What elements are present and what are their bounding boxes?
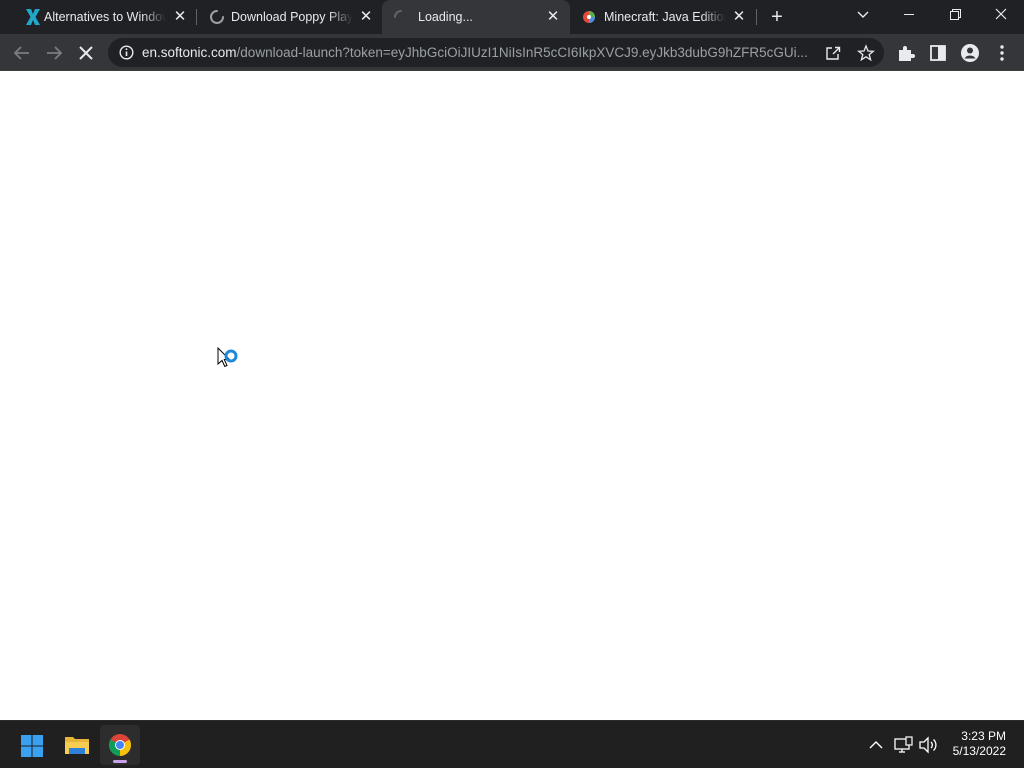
busy-cursor-icon <box>217 347 238 368</box>
restore-button[interactable] <box>932 0 978 30</box>
chrome-icon <box>109 734 131 756</box>
clock-date: 5/13/2022 <box>952 744 1006 758</box>
tab-close-button[interactable]: ✕ <box>731 9 747 25</box>
volume-icon[interactable] <box>918 735 938 755</box>
tab-title: Loading... <box>418 10 473 24</box>
address-bar[interactable]: en.softonic.com/download-launch?token=ey… <box>108 38 884 67</box>
browser-toolbar: en.softonic.com/download-launch?token=ey… <box>0 34 1024 71</box>
tab-loading[interactable]: Loading... ✕ <box>382 0 570 34</box>
tab-minecraft[interactable]: Minecraft: Java Edition ✕ <box>570 0 756 34</box>
new-tab-button[interactable]: + <box>766 6 788 28</box>
minecraft-icon <box>583 11 595 23</box>
tab-title: Minecraft: Java Edition <box>604 10 726 24</box>
tab-poppy-playtime[interactable]: Download Poppy Playtime ✕ <box>196 0 382 34</box>
tab-search-button[interactable] <box>848 0 878 30</box>
back-arrow-icon[interactable] <box>11 42 33 64</box>
network-icon[interactable] <box>893 735 913 755</box>
system-clock[interactable]: 3:23 PM 5/13/2022 <box>953 729 1006 759</box>
tab-title: Alternatives to Windows <box>44 10 166 24</box>
profile-icon[interactable] <box>959 42 981 64</box>
chevron-up-icon[interactable] <box>866 735 886 755</box>
tab-strip: Alternatives to Windows ✕ Download Poppy… <box>0 0 1024 34</box>
windows-start-icon <box>21 735 43 757</box>
tab-close-button[interactable]: ✕ <box>545 9 561 25</box>
tab-close-button[interactable]: ✕ <box>358 9 374 25</box>
tab-close-button[interactable]: ✕ <box>172 9 188 25</box>
url-text[interactable]: en.softonic.com/download-launch?token=ey… <box>142 44 812 61</box>
file-explorer-button[interactable] <box>56 725 96 765</box>
side-panel-icon[interactable] <box>927 42 949 64</box>
kebab-menu-icon[interactable] <box>991 42 1013 64</box>
tab-title: Download Poppy Playtime <box>231 10 353 24</box>
chevron-down-icon <box>857 11 869 18</box>
puzzle-icon[interactable] <box>895 42 917 64</box>
tab-separator <box>756 9 757 25</box>
share-icon[interactable] <box>824 44 842 62</box>
url-host: en.softonic.com <box>142 45 237 60</box>
tab-alternatives[interactable]: Alternatives to Windows ✕ <box>8 0 196 34</box>
x-logo-icon <box>26 9 40 25</box>
active-app-indicator <box>113 760 127 763</box>
loading-spinner-icon <box>394 10 402 18</box>
minimize-button[interactable] <box>886 0 932 30</box>
restore-icon <box>950 9 961 20</box>
close-icon <box>995 8 1007 20</box>
info-icon[interactable] <box>119 45 134 60</box>
star-icon[interactable] <box>857 44 875 62</box>
forward-arrow-icon[interactable] <box>43 42 65 64</box>
url-path: /download-launch?token=eyJhbGciOiJIUzI1N… <box>236 45 808 60</box>
taskbar: 3:23 PM 5/13/2022 <box>0 720 1024 768</box>
clock-time: 3:23 PM <box>961 729 1006 743</box>
loading-spinner-icon <box>210 10 224 24</box>
page-content <box>0 72 1024 720</box>
stop-loading-icon[interactable] <box>75 42 97 64</box>
chrome-button[interactable] <box>100 725 140 765</box>
file-explorer-icon <box>65 737 89 754</box>
minimize-icon <box>904 14 914 15</box>
close-window-button[interactable] <box>978 0 1024 30</box>
start-button[interactable] <box>12 725 52 765</box>
